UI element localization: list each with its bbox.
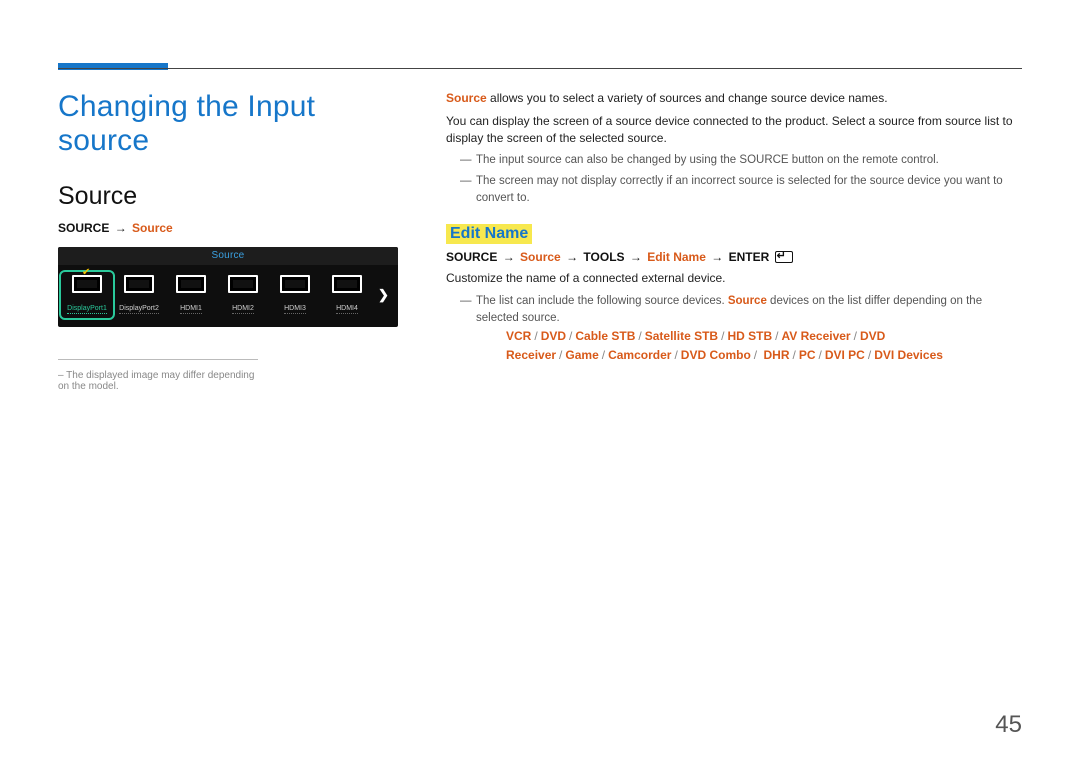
enter-icon — [775, 251, 793, 263]
next-arrow-icon[interactable]: ❯ — [378, 287, 389, 303]
source-type-item: Cable STB — [575, 329, 635, 343]
note-text: The input source can also be changed by … — [476, 154, 739, 166]
header-rule — [58, 68, 1022, 69]
edit-name-desc: Customize the name of a connected extern… — [446, 270, 1022, 287]
arrow-icon: → — [113, 221, 129, 235]
port-icon: ✔ — [72, 275, 102, 293]
path-step: Edit Name — [647, 250, 706, 264]
source-type-item: AV Receiver — [781, 329, 850, 343]
separator: / — [789, 348, 798, 362]
source-panel: Source ✔ DisplayPort1 DisplayPort2 HDMI1 — [58, 247, 398, 327]
tile-label: HDMI2 — [232, 305, 254, 314]
source-types-list: VCR/DVD/Cable STB/Satellite STB/HD STB/A… — [506, 327, 1022, 365]
arrow-icon: → — [564, 250, 580, 264]
page-number: 45 — [995, 711, 1022, 739]
tile-label: HDMI1 — [180, 305, 202, 314]
path-step: Source — [520, 250, 561, 264]
source-tile-displayport1[interactable]: ✔ DisplayPort1 — [64, 275, 110, 315]
image-disclaimer: – The displayed image may differ dependi… — [58, 359, 258, 392]
source-tile-hdmi2[interactable]: HDMI2 — [220, 275, 266, 315]
page-title: Changing the Input source — [58, 90, 398, 158]
path-step: SOURCE — [446, 250, 497, 264]
separator: / — [751, 348, 760, 362]
path-step: TOOLS — [583, 250, 624, 264]
separator: / — [671, 348, 680, 362]
note-text: button on the remote control. — [789, 154, 939, 166]
tile-label: DisplayPort1 — [67, 305, 107, 314]
port-icon — [332, 275, 362, 293]
separator: / — [851, 329, 860, 343]
source-type-item: VCR — [506, 329, 531, 343]
two-column-layout: Changing the Input source Source SOURCE … — [58, 80, 1022, 392]
path-source-label: SOURCE — [58, 221, 109, 235]
intro-text: allows you to select a variety of source… — [487, 91, 888, 105]
arrow-icon: → — [628, 250, 644, 264]
edit-name-notes-list: The list can include the following sourc… — [460, 293, 1022, 365]
source-tile-hdmi4[interactable]: HDMI4 — [324, 275, 370, 315]
separator: / — [599, 348, 608, 362]
port-icon — [228, 275, 258, 293]
source-type-item: DVI Devices — [874, 348, 943, 362]
separator: / — [531, 329, 540, 343]
port-icon — [176, 275, 206, 293]
source-type-item: DVD — [541, 329, 566, 343]
separator: / — [566, 329, 575, 343]
intro-paragraph-2: You can display the screen of a source d… — [446, 113, 1022, 147]
port-icon — [124, 275, 154, 293]
source-type-item: Satellite STB — [645, 329, 718, 343]
separator: / — [816, 348, 825, 362]
tile-label: DisplayPort2 — [119, 305, 159, 314]
source-type-item: DHR — [763, 348, 789, 362]
path-source-target: Source — [132, 221, 173, 235]
separator: / — [556, 348, 565, 362]
intro-source-word: Source — [446, 91, 487, 105]
source-tile-displayport2[interactable]: DisplayPort2 — [116, 275, 162, 315]
source-panel-heading: Source — [58, 247, 398, 265]
source-type-item: DVD Combo — [681, 348, 751, 362]
manual-page: Changing the Input source Source SOURCE … — [0, 0, 1080, 763]
checkmark-icon: ✔ — [82, 267, 90, 278]
path-step: ENTER — [729, 250, 770, 264]
section-heading-source: Source — [58, 182, 398, 211]
edit-name-note: The list can include the following sourc… — [460, 293, 1022, 365]
left-column: Changing the Input source Source SOURCE … — [58, 80, 398, 392]
nav-path-edit-name: SOURCE → Source → TOOLS → Edit Name → EN… — [446, 250, 1022, 264]
right-column: Source allows you to select a variety of… — [446, 80, 1022, 392]
source-tile-hdmi1[interactable]: HDMI1 — [168, 275, 214, 315]
tile-label: HDMI3 — [284, 305, 306, 314]
source-tile-hdmi3[interactable]: HDMI3 — [272, 275, 318, 315]
note-source-bold: SOURCE — [739, 154, 788, 166]
port-icon — [280, 275, 310, 293]
source-type-item: Game — [565, 348, 598, 362]
separator: / — [635, 329, 644, 343]
source-type-item: PC — [799, 348, 816, 362]
subsection-heading-edit-name: Edit Name — [446, 224, 532, 244]
intro-paragraph-1: Source allows you to select a variety of… — [446, 90, 1022, 107]
arrow-icon: → — [709, 250, 725, 264]
source-type-item: Camcorder — [608, 348, 671, 362]
arrow-icon: → — [501, 250, 517, 264]
intro-note-2: The screen may not display correctly if … — [460, 173, 1022, 206]
source-panel-body: ✔ DisplayPort1 DisplayPort2 HDMI1 HDMI2 — [58, 265, 398, 327]
tile-label: HDMI4 — [336, 305, 358, 314]
source-type-item: DVI PC — [825, 348, 865, 362]
intro-notes-list: The input source can also be changed by … — [460, 152, 1022, 206]
intro-note-1: The input source can also be changed by … — [460, 152, 1022, 169]
note-source-word: Source — [728, 295, 767, 307]
source-type-item: HD STB — [727, 329, 772, 343]
note-text: The list can include the following sourc… — [476, 295, 728, 307]
separator: / — [865, 348, 874, 362]
nav-path-source: SOURCE → Source — [58, 221, 398, 235]
